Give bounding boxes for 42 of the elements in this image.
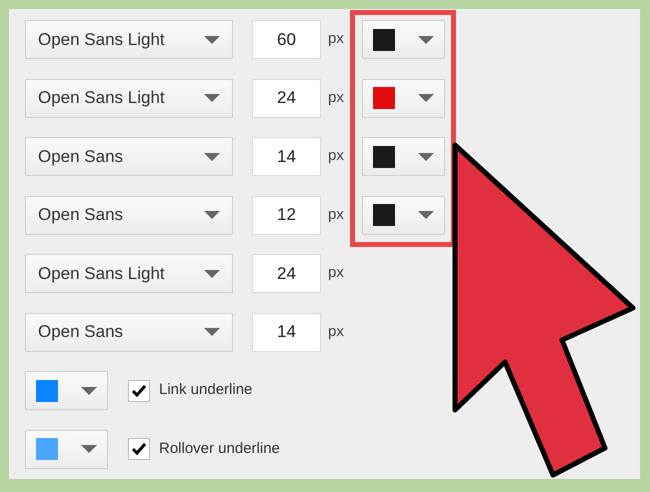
unit-label: px: [328, 88, 345, 108]
unit-label: px: [328, 322, 345, 342]
font-dropdown[interactable]: Open Sans Light: [25, 254, 233, 293]
font-dropdown[interactable]: Open Sans: [25, 137, 233, 176]
caret-icon: [81, 386, 97, 394]
unit-label: px: [328, 263, 345, 284]
font-dropdown[interactable]: Open Sans: [25, 312, 233, 352]
size-field[interactable]: 24: [252, 78, 321, 118]
caret-icon: [204, 152, 220, 160]
color-dropdown[interactable]: [362, 137, 445, 176]
caret-icon: [204, 270, 220, 278]
caret-icon: [204, 94, 220, 102]
size-field[interactable]: 14: [252, 137, 321, 176]
color-dropdown[interactable]: [362, 20, 445, 59]
color-dropdown[interactable]: [362, 196, 445, 234]
checkbox-label: Rollover underline: [159, 438, 280, 459]
unit-label: px: [328, 29, 345, 50]
caret-icon: [204, 328, 220, 336]
checkbox-label: Link underline: [159, 380, 252, 400]
font-dropdown[interactable]: Open Sans: [25, 196, 233, 234]
check-icon: [132, 443, 146, 455]
caret-icon: [204, 211, 220, 219]
font-dropdown[interactable]: Open Sans Light: [25, 78, 233, 118]
caret-icon: [418, 94, 434, 102]
size-field[interactable]: 24: [252, 254, 321, 293]
color-dropdown[interactable]: [25, 371, 108, 410]
color-dropdown[interactable]: [25, 430, 108, 468]
size-field[interactable]: 12: [252, 196, 321, 234]
font-dropdown[interactable]: Open Sans Light: [25, 20, 233, 59]
check-icon: [132, 384, 146, 396]
unit-label: px: [328, 204, 345, 225]
caret-icon: [81, 445, 97, 453]
caret-icon: [418, 211, 434, 219]
unit-label: px: [328, 146, 345, 166]
caret-icon: [418, 36, 434, 44]
color-dropdown[interactable]: [362, 78, 445, 118]
size-field[interactable]: 14: [252, 312, 321, 352]
caret-icon: [204, 36, 220, 44]
checkbox[interactable]: [128, 438, 150, 460]
checkbox[interactable]: [128, 380, 150, 402]
caret-icon: [418, 152, 434, 160]
size-field[interactable]: 60: [252, 20, 321, 59]
